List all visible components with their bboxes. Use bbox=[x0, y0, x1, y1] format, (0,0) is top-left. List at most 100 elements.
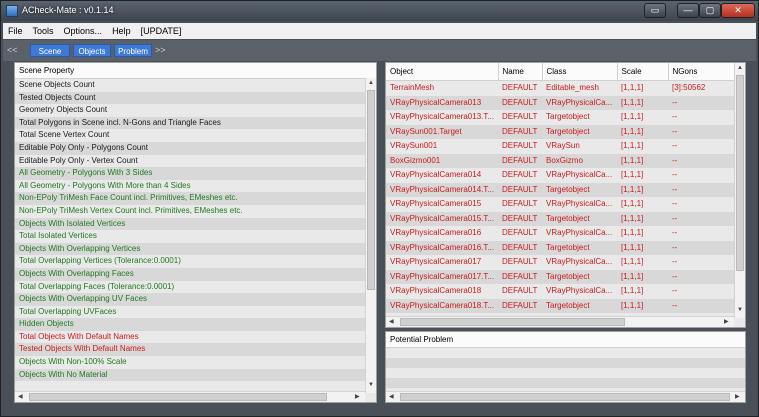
scene-property-item[interactable]: Objects With No Material bbox=[15, 368, 365, 382]
menu-tools[interactable]: Tools bbox=[28, 23, 59, 39]
cell-ngons: -- bbox=[668, 168, 735, 183]
scene-property-item[interactable]: Total Overlapping UVFaces bbox=[15, 305, 365, 319]
scene-property-item[interactable]: Total Overlapping Vertices (Tolerance:0.… bbox=[15, 255, 365, 268]
scroll-down-arrow-icon[interactable]: ▼ bbox=[368, 382, 374, 388]
table-row[interactable]: VRayPhysicalCamera013 DEFAULT VRayPhysical… bbox=[386, 95, 735, 110]
scene-property-header[interactable]: Scene Property bbox=[15, 63, 376, 79]
table-row[interactable]: VRayPhysicalCamera019.T...DEFAULTTargeto… bbox=[386, 328, 735, 329]
scene-property-item[interactable]: Tested Objects Count bbox=[15, 91, 365, 105]
problem-hscroll-thumb[interactable] bbox=[400, 393, 730, 401]
scene-property-item[interactable]: Scene Objects Count bbox=[15, 79, 365, 92]
scroll-right-arrow-icon[interactable]: ▶ bbox=[355, 393, 360, 400]
scene-property-item[interactable]: Total Objects With Default Names bbox=[15, 330, 365, 344]
tab-objects[interactable]: Objects bbox=[73, 44, 111, 57]
scene-property-item[interactable]: Editable Poly Only - Polygons Count bbox=[15, 141, 365, 155]
scene-property-item[interactable]: All Geometry - Polygons With 3 Sides bbox=[15, 167, 365, 180]
column-scale[interactable]: Scale bbox=[617, 63, 669, 81]
scene-property-item[interactable]: Objects With Overlapping UV Faces bbox=[15, 293, 365, 306]
maximize-button[interactable]: ▢ bbox=[699, 3, 721, 18]
window-title: ACheck-Mate : v0.1.14 bbox=[22, 5, 114, 15]
scroll-left-arrow-icon[interactable]: ◀ bbox=[18, 393, 23, 400]
scroll-left-arrow-icon[interactable]: ◀ bbox=[389, 393, 394, 400]
scene-property-item[interactable]: Total Isolated Vertices bbox=[15, 230, 365, 243]
scene-property-item[interactable]: Total Polygons in Scene incl. N-Gons and… bbox=[15, 116, 365, 130]
table-hscroll-thumb[interactable] bbox=[400, 318, 625, 326]
table-row[interactable]: VRayPhysicalCamera018.T... DEFAULT Targeto… bbox=[386, 298, 735, 313]
scene-property-item[interactable]: Non-EPoly TriMesh Face Count incl. Primi… bbox=[15, 192, 365, 205]
cell-scale: [1,1,1] bbox=[617, 328, 668, 329]
chevron-right-icon[interactable]: >> bbox=[155, 45, 166, 55]
cell-object: VRayPhysicalCamera013.T... bbox=[386, 110, 498, 125]
close-button[interactable]: ✕ bbox=[721, 3, 755, 18]
cell-object: VRayPhysicalCamera015 bbox=[386, 197, 498, 212]
cell-ngons: -- bbox=[668, 226, 735, 241]
table-row[interactable]: VRaySun001.Target DEFAULT Targetobject [1,1… bbox=[386, 124, 735, 139]
cell-class: Targetobject bbox=[542, 211, 617, 226]
chevron-left-icon[interactable]: << bbox=[7, 45, 18, 55]
table-row[interactable]: VRayPhysicalCamera013.T... DEFAULT Targeto… bbox=[386, 110, 735, 125]
menu-help[interactable]: Help bbox=[107, 23, 136, 39]
left-hscroll-thumb[interactable] bbox=[29, 393, 327, 401]
scene-property-item[interactable]: Objects With Non-100% Scale bbox=[15, 356, 365, 369]
left-vertical-scrollbar[interactable]: ▲ ▼ bbox=[365, 78, 376, 393]
table-row[interactable]: VRayPhysicalCamera015 DEFAULT VRayPhysical… bbox=[386, 197, 735, 212]
table-vertical-scrollbar[interactable]: ▲ ▼ bbox=[734, 63, 745, 318]
menu-update[interactable]: [UPDATE] bbox=[136, 23, 187, 39]
scroll-left-arrow-icon[interactable]: ◀ bbox=[389, 318, 394, 325]
scene-property-item[interactable]: Non-EPoly TriMesh Vertex Count incl. Pri… bbox=[15, 204, 365, 218]
scene-property-item[interactable]: Geometry Objects Count bbox=[15, 104, 365, 117]
scroll-right-arrow-icon[interactable]: ▶ bbox=[735, 393, 740, 400]
minimize-button[interactable]: — bbox=[677, 3, 699, 18]
scene-property-item[interactable]: Tested Objects With Default Names bbox=[15, 343, 365, 357]
problem-horizontal-scrollbar[interactable]: ◀ ▶ bbox=[386, 391, 745, 402]
column-ngons[interactable]: NGons bbox=[668, 63, 736, 81]
table-row[interactable]: VRayPhysicalCamera018 DEFAULT VRayPhysical… bbox=[386, 284, 735, 299]
scene-property-item[interactable]: Objects With Overlapping Vertices bbox=[15, 242, 365, 256]
cell-ngons: -- bbox=[668, 255, 735, 270]
column-name[interactable]: Name bbox=[498, 63, 543, 81]
menu-file[interactable]: File bbox=[3, 23, 28, 39]
scroll-right-arrow-icon[interactable]: ▶ bbox=[724, 318, 729, 325]
title-bar[interactable]: ACheck-Mate : v0.1.14 ▭ — ▢ ✕ bbox=[1, 1, 758, 21]
cell-name: DEFAULT bbox=[498, 139, 542, 154]
table-vscroll-thumb[interactable] bbox=[736, 75, 744, 271]
cell-ngons: [3]:50562 bbox=[668, 80, 735, 96]
table-row[interactable]: VRayPhysicalCamera016.T... DEFAULT Targeto… bbox=[386, 240, 735, 255]
scene-property-item[interactable]: Objects With Isolated Vertices bbox=[15, 217, 365, 231]
scene-property-item[interactable]: All Geometry - Polygons With More than 4… bbox=[15, 179, 365, 193]
scene-property-item[interactable]: Editable Poly Only - Vertex Count bbox=[15, 154, 365, 168]
table-row[interactable]: BoxGizmo001 DEFAULT BoxGizmo [1,1,1] -- bbox=[386, 153, 735, 168]
table-row[interactable]: VRayPhysicalCamera017.T... DEFAULT Targeto… bbox=[386, 269, 735, 284]
scene-property-panel: Scene Property Scene Objects Count Tested… bbox=[14, 62, 377, 403]
left-horizontal-scrollbar[interactable]: ◀ ▶ bbox=[15, 391, 365, 402]
tab-problem[interactable]: Problem bbox=[114, 44, 152, 57]
table-row[interactable]: VRayPhysicalCamera015.T... DEFAULT Targeto… bbox=[386, 211, 735, 226]
table-row[interactable]: VRayPhysicalCamera014.T... DEFAULT Targeto… bbox=[386, 182, 735, 197]
column-class[interactable]: Class bbox=[542, 63, 618, 81]
potential-problem-header[interactable]: Potential Problem bbox=[386, 332, 745, 348]
table-row[interactable]: VRayPhysicalCamera016 DEFAULT VRayPhysical… bbox=[386, 226, 735, 241]
scene-property-item[interactable]: Total Overlapping Faces (Tolerance:0.000… bbox=[15, 280, 365, 294]
cell-class: VRayPhysicalCa... bbox=[542, 95, 617, 110]
scroll-up-arrow-icon[interactable]: ▲ bbox=[737, 65, 743, 71]
problem-row bbox=[386, 378, 745, 388]
cell-scale: [1,1,1] bbox=[617, 269, 668, 284]
table-row[interactable]: VRayPhysicalCamera017 DEFAULT VRayPhysical… bbox=[386, 255, 735, 270]
scene-property-item[interactable]: Total Scene Vertex Count bbox=[15, 129, 365, 142]
column-object[interactable]: Object bbox=[386, 63, 499, 81]
scroll-up-arrow-icon[interactable]: ▲ bbox=[368, 80, 374, 86]
cell-scale: [1,1,1] bbox=[617, 124, 668, 139]
table-row[interactable]: VRayPhysicalCamera014 DEFAULT VRayPhysical… bbox=[386, 168, 735, 183]
tab-scene[interactable]: Scene bbox=[30, 44, 70, 57]
table-row[interactable]: TerrainMesh DEFAULT Editable_mesh [1,1,1] [3… bbox=[386, 80, 735, 96]
table-row[interactable]: VRaySun001 DEFAULT VRaySun [1,1,1] -- bbox=[386, 139, 735, 154]
scene-property-item[interactable]: Objects With Overlapping Faces bbox=[15, 267, 365, 281]
restore-button[interactable]: ▭ bbox=[644, 3, 666, 18]
scene-property-item[interactable]: Hidden Objects bbox=[15, 318, 365, 331]
left-vscroll-thumb[interactable] bbox=[367, 90, 375, 290]
potential-problem-panel: Potential Problem ◀ ▶ bbox=[385, 331, 746, 403]
panel-splitter[interactable] bbox=[377, 61, 385, 407]
menu-options[interactable]: Options... bbox=[59, 23, 108, 39]
scroll-down-arrow-icon[interactable]: ▼ bbox=[737, 307, 743, 313]
table-horizontal-scrollbar[interactable]: ◀ ▶ bbox=[386, 316, 734, 327]
